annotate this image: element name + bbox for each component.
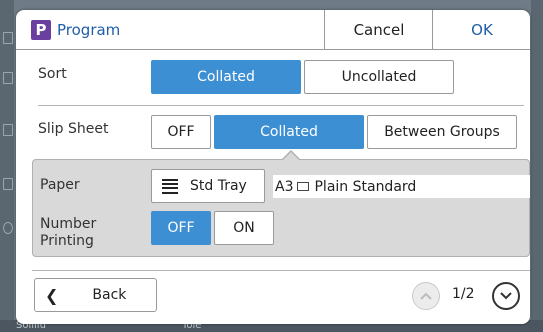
background-right-strip bbox=[531, 0, 543, 332]
paper-orientation-icon bbox=[297, 182, 310, 191]
dialog-title: Program bbox=[57, 21, 121, 39]
paper-info-field: A3 Plain Standard bbox=[273, 175, 530, 198]
slip-sheet-off-button[interactable]: OFF bbox=[151, 115, 211, 149]
file-icon bbox=[3, 32, 13, 44]
file-icon bbox=[3, 72, 13, 84]
slip-sheet-collated-button[interactable]: Collated bbox=[214, 115, 364, 149]
page-up-button[interactable] bbox=[412, 282, 440, 310]
file-icon bbox=[3, 124, 13, 136]
slip-sheet-between-groups-button[interactable]: Between Groups bbox=[367, 115, 517, 149]
sort-collated-button[interactable]: Collated bbox=[151, 60, 301, 94]
cancel-button[interactable]: Cancel bbox=[324, 10, 433, 49]
number-printing-on-button[interactable]: ON bbox=[214, 211, 274, 245]
page-down-button[interactable] bbox=[492, 282, 520, 310]
program-icon: P bbox=[31, 20, 51, 40]
slip-sheet-label: Slip Sheet bbox=[38, 121, 109, 137]
divider bbox=[38, 105, 524, 106]
paper-tray-label: Std Tray bbox=[190, 178, 247, 194]
check-icon bbox=[3, 222, 13, 234]
dialog-header: P Program Cancel OK bbox=[16, 10, 530, 50]
page-indicator: 1/2 bbox=[452, 286, 475, 302]
file-icon bbox=[3, 178, 13, 190]
paper-size: A3 bbox=[275, 178, 294, 195]
number-printing-off-button[interactable]: OFF bbox=[151, 211, 211, 245]
sort-label: Sort bbox=[38, 66, 67, 82]
back-button[interactable]: ❮ Back bbox=[34, 278, 157, 312]
paper-tray-button[interactable]: Std Tray bbox=[151, 169, 265, 203]
collated-settings-panel bbox=[32, 159, 530, 257]
paper-tray-icon bbox=[162, 178, 178, 194]
back-label: Back bbox=[92, 287, 127, 303]
panel-pointer-fill bbox=[282, 152, 300, 161]
dialog-title-group: P Program bbox=[31, 18, 120, 42]
sort-uncollated-button[interactable]: Uncollated bbox=[304, 60, 454, 94]
paper-type: Plain Standard bbox=[314, 178, 417, 195]
chevron-left-icon: ❮ bbox=[45, 285, 59, 305]
chevron-up-icon bbox=[420, 292, 432, 300]
background-left-strip bbox=[0, 0, 14, 332]
chevron-down-icon bbox=[500, 292, 512, 300]
footer-divider bbox=[32, 270, 530, 271]
number-printing-label: Number Printing bbox=[40, 216, 97, 249]
ok-button[interactable]: OK bbox=[432, 10, 530, 49]
paper-label: Paper bbox=[40, 177, 80, 193]
program-dialog: P Program Cancel OK Sort Collated Uncoll… bbox=[16, 10, 530, 324]
